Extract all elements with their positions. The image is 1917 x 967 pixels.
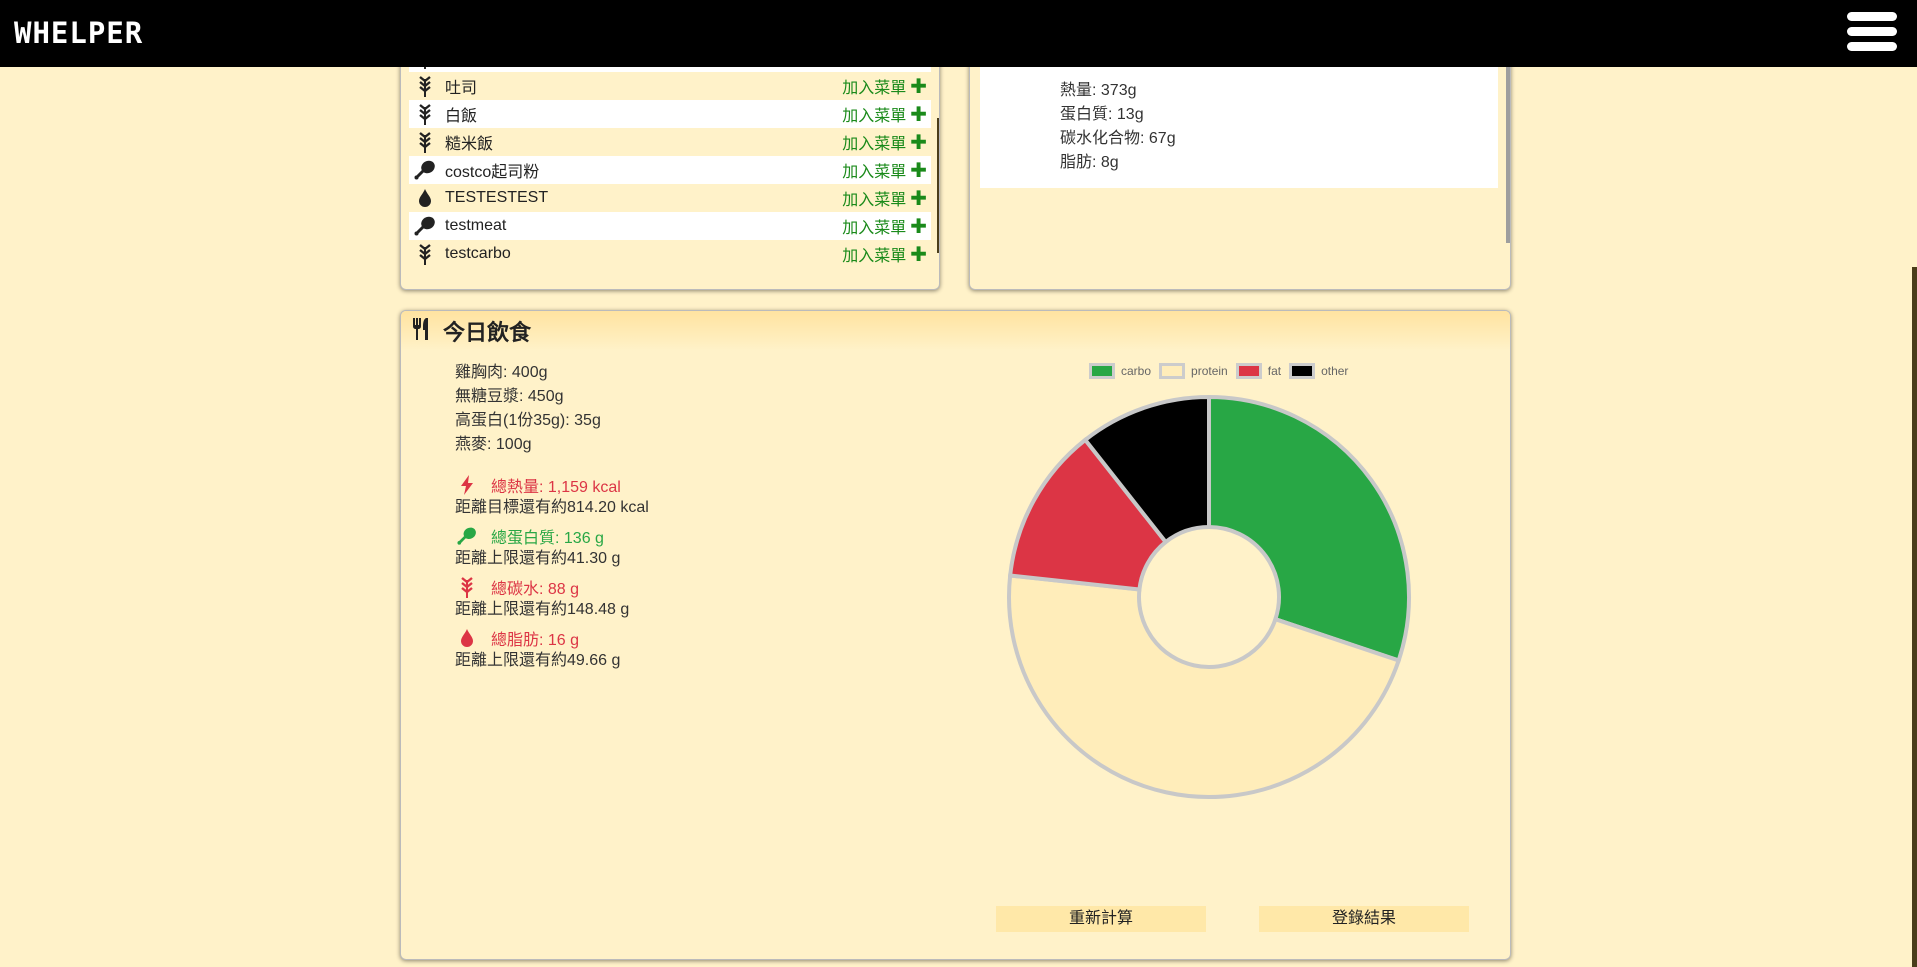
wheat-icon xyxy=(413,102,437,126)
add-to-menu-label: 加入菜單 xyxy=(842,108,907,125)
food-name: 白飯 xyxy=(445,108,478,125)
fat-remaining: 距離上限還有約49.66 g xyxy=(455,652,621,669)
brand-logo[interactable]: WHELPER xyxy=(14,16,143,50)
food-row: TESTESTEST 加入菜單 ✚ xyxy=(409,184,931,212)
meal-item: 燕麥: 100g xyxy=(455,436,532,453)
page-scrollbar[interactable] xyxy=(1912,67,1917,967)
meal-item: 無糖豆漿: 450g xyxy=(455,388,564,405)
wheat-icon xyxy=(457,576,477,598)
add-to-menu-label: 加入菜單 xyxy=(842,192,907,209)
meal-item: 高蛋白(1份35g): 35g xyxy=(455,412,601,429)
protein-remaining: 距離上限還有約41.30 g xyxy=(455,550,621,567)
recalculate-button[interactable]: 重新計算 xyxy=(996,906,1206,932)
nutrition-detail-panel: 熱量: 373g 蛋白質: 13g 碳水化合物: 67g 脂肪: 8g xyxy=(969,40,1511,290)
drumstick-icon xyxy=(413,158,437,182)
nutrition-calories: 熱量: 373g xyxy=(1060,82,1137,99)
food-name: 吐司 xyxy=(445,80,478,97)
bolt-icon xyxy=(457,474,477,496)
food-name: costco起司粉 xyxy=(445,164,540,181)
hamburger-menu-icon[interactable] xyxy=(1847,12,1897,54)
food-row: costco起司粉 加入菜單 ✚ xyxy=(409,156,931,184)
nutrition-protein: 蛋白質: 13g xyxy=(1060,106,1144,123)
legend-swatch xyxy=(1089,363,1115,379)
plus-icon: ✚ xyxy=(910,243,927,266)
legend-swatch xyxy=(1159,363,1186,379)
food-name: 糙米飯 xyxy=(445,136,494,153)
legend-swatch xyxy=(1235,363,1262,379)
total-protein-row: 總蛋白質: 136 g xyxy=(455,524,649,548)
chart-legend: carbo protein fat other xyxy=(1089,363,1348,379)
total-calories: 總熱量: 1,159 kcal xyxy=(491,479,621,496)
top-navbar: WHELPER xyxy=(0,0,1917,67)
legend-label: other xyxy=(1321,364,1349,378)
add-to-menu-button[interactable]: 加入菜單✚ xyxy=(842,186,927,211)
today-diet-panel: 今日飲食 雞胸肉: 400g 無糖豆漿: 450g 高蛋白(1份35g): 35… xyxy=(400,310,1511,960)
food-name: testmeat xyxy=(445,217,507,234)
add-to-menu-button[interactable]: 加入菜單✚ xyxy=(842,130,927,155)
add-to-menu-button[interactable]: 加入菜單✚ xyxy=(842,242,927,267)
add-to-menu-label: 加入菜單 xyxy=(842,80,907,97)
totals-summary: 總熱量: 1,159 kcal 距離目標還有約814.20 kcal 總蛋白質:… xyxy=(455,473,649,677)
legend-swatch xyxy=(1289,363,1316,379)
wheat-icon xyxy=(413,242,437,266)
legend-label: protein xyxy=(1191,364,1228,378)
drop-icon xyxy=(413,186,437,210)
donut-slice-carbo[interactable] xyxy=(1207,394,1411,663)
plus-icon: ✚ xyxy=(910,131,927,154)
food-list: 蜂蜜加入菜單✚吐司加入菜單✚白飯加入菜單✚糙米飯加入菜單✚costco起司粉加入… xyxy=(409,41,931,272)
legend-label: fat xyxy=(1267,364,1282,378)
legend-item[interactable]: protein xyxy=(1159,363,1228,379)
plus-icon: ✚ xyxy=(910,75,927,98)
macro-chart: carbo protein fat other xyxy=(981,351,1501,901)
total-fat: 總脂肪: 16 g xyxy=(491,632,580,649)
total-fat-row: 總脂肪: 16 g xyxy=(455,626,649,650)
calories-remaining: 距離目標還有約814.20 kcal xyxy=(455,499,649,516)
wheat-icon xyxy=(413,74,437,98)
food-row: testcarbo 加入菜單 ✚ xyxy=(409,240,931,268)
legend-item[interactable]: fat xyxy=(1235,363,1282,379)
add-to-menu-button[interactable]: 加入菜單✚ xyxy=(842,158,927,183)
add-to-menu-label: 加入菜單 xyxy=(842,136,907,153)
legend-item[interactable]: carbo xyxy=(1089,363,1151,379)
nutrition-scrollbar[interactable] xyxy=(1506,41,1510,243)
add-to-menu-label: 加入菜單 xyxy=(842,164,907,181)
plus-icon: ✚ xyxy=(910,215,927,238)
food-row: 糙米飯 加入菜單 ✚ xyxy=(409,128,931,156)
add-to-menu-button[interactable]: 加入菜單✚ xyxy=(842,214,927,239)
meal-list: 雞胸肉: 400g 無糖豆漿: 450g 高蛋白(1份35g): 35g 燕麥:… xyxy=(455,361,601,457)
total-protein: 總蛋白質: 136 g xyxy=(491,530,604,547)
total-carbs-row: 總碳水: 88 g xyxy=(455,575,649,599)
meal-item: 雞胸肉: 400g xyxy=(455,364,548,381)
plus-icon: ✚ xyxy=(910,103,927,126)
macro-donut-chart xyxy=(1007,394,1411,799)
food-name: testcarbo xyxy=(445,245,511,262)
food-name: TESTESTEST xyxy=(445,189,549,206)
add-to-menu-button[interactable]: 加入菜單✚ xyxy=(842,74,927,99)
wheat-icon xyxy=(413,130,437,154)
food-row: 白飯 加入菜單 ✚ xyxy=(409,100,931,128)
add-to-menu-label: 加入菜單 xyxy=(842,248,907,265)
carbs-remaining: 距離上限還有約148.48 g xyxy=(455,601,630,618)
nutrition-fat: 脂肪: 8g xyxy=(1060,154,1119,171)
add-to-menu-label: 加入菜單 xyxy=(842,220,907,237)
nutrition-carbs: 碳水化合物: 67g xyxy=(1060,130,1176,147)
plus-icon: ✚ xyxy=(910,159,927,182)
today-header: 今日飲食 xyxy=(401,311,1510,351)
submit-result-button[interactable]: 登錄結果 xyxy=(1259,906,1469,932)
total-carbs: 總碳水: 88 g xyxy=(491,581,580,598)
legend-label: carbo xyxy=(1121,364,1152,378)
food-list-scrollbar[interactable] xyxy=(937,118,939,253)
drumstick-icon xyxy=(457,525,477,547)
food-row: 吐司 加入菜單 ✚ xyxy=(409,72,931,100)
plus-icon: ✚ xyxy=(910,187,927,210)
legend-item[interactable]: other xyxy=(1289,363,1348,379)
food-list-panel: 蜂蜜加入菜單✚吐司加入菜單✚白飯加入菜單✚糙米飯加入菜單✚costco起司粉加入… xyxy=(400,40,940,290)
drop-icon xyxy=(457,627,477,649)
total-calories-row: 總熱量: 1,159 kcal xyxy=(455,473,649,497)
drumstick-icon xyxy=(413,214,437,238)
food-row: testmeat 加入菜單 ✚ xyxy=(409,212,931,240)
utensils-icon xyxy=(411,317,433,346)
add-to-menu-button[interactable]: 加入菜單✚ xyxy=(842,102,927,127)
today-title: 今日飲食 xyxy=(443,320,532,345)
